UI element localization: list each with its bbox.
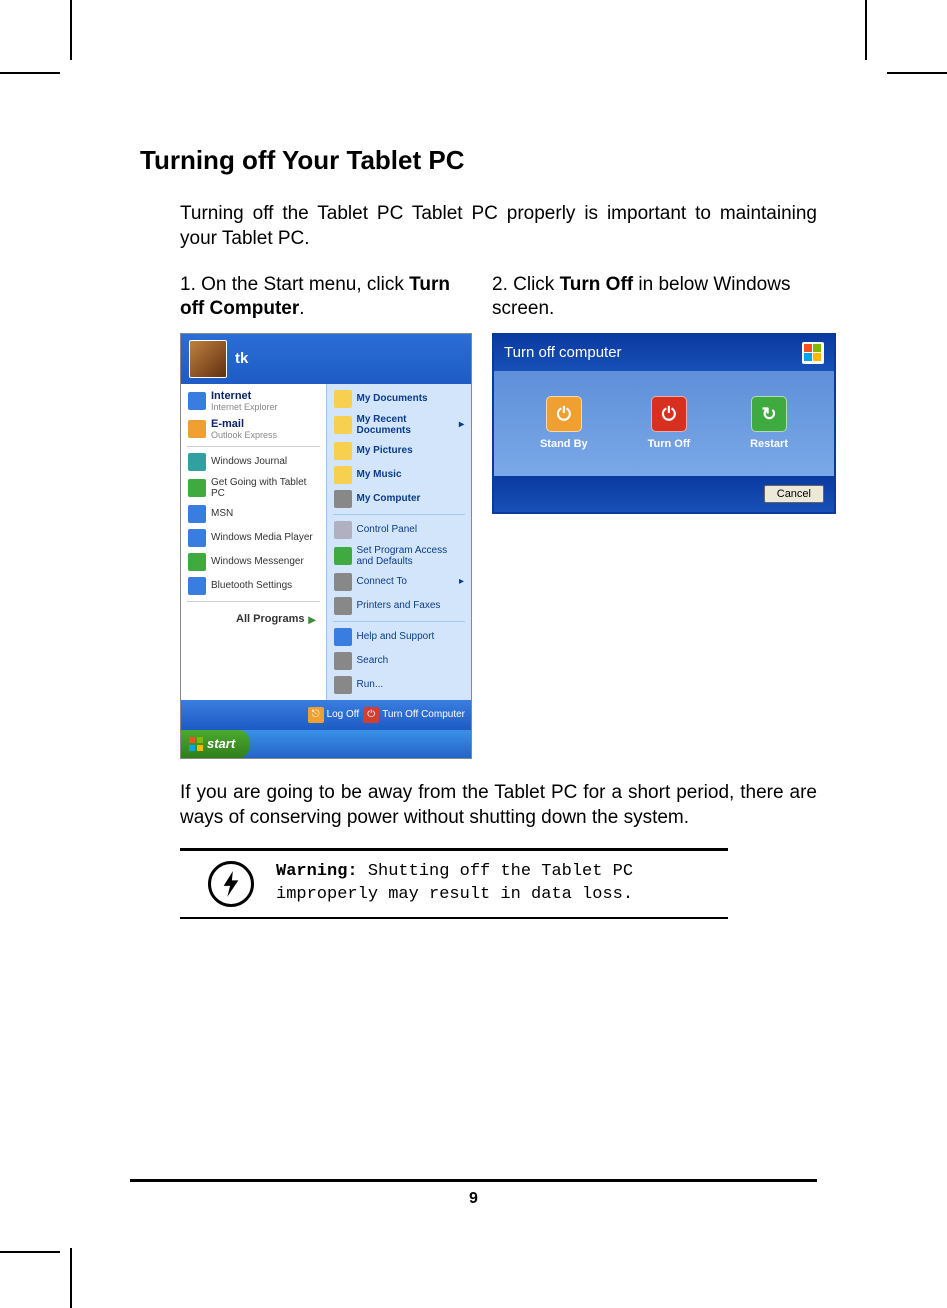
menu-item[interactable]: Control Panel — [327, 518, 472, 542]
intro-paragraph: Turning off the Tablet PC Tablet PC prop… — [180, 202, 817, 251]
menu-item[interactable]: Search — [327, 649, 472, 673]
step-1-text: 1. On the Start menu, click Turn off Com… — [180, 273, 472, 321]
turnoff-computer-button[interactable]: ⏻Turn Off Computer — [363, 707, 465, 723]
restart-option[interactable]: ↻ Restart — [750, 396, 788, 450]
menu-item[interactable]: Connect To▸ — [327, 570, 472, 594]
warning-box: Warning: Shutting off the Tablet PC impr… — [180, 851, 728, 917]
turn-off-dialog: Turn off computer ⏻ Stand By ⏻ Turn Off — [492, 333, 836, 514]
folder-icon — [334, 442, 352, 460]
arrow-icon: ▸ — [459, 576, 464, 587]
folder-icon — [334, 466, 352, 484]
menu-item[interactable]: My Documents — [327, 387, 472, 411]
page-footer: 9 — [130, 1179, 817, 1208]
standby-icon: ⏻ — [546, 396, 582, 432]
menu-item[interactable]: Help and Support — [327, 625, 472, 649]
menu-item[interactable]: Get Going with Tablet PC — [181, 474, 326, 502]
messenger-icon — [188, 553, 206, 571]
menu-item[interactable]: Set Program Access and Defaults — [327, 542, 472, 570]
windows-flag-icon — [802, 342, 824, 364]
tabletpc-icon — [188, 479, 206, 497]
windows-flag-icon — [189, 737, 203, 751]
turnoff-option[interactable]: ⏻ Turn Off — [648, 396, 691, 450]
restart-icon: ↻ — [751, 396, 787, 432]
menu-item[interactable]: My Pictures — [327, 439, 472, 463]
menu-item[interactable]: Run... — [327, 673, 472, 697]
email-icon — [188, 420, 206, 438]
arrow-icon: ▸ — [459, 419, 464, 430]
menu-item-email[interactable]: E-mailOutlook Express — [181, 415, 326, 443]
connect-icon — [334, 573, 352, 591]
arrow-icon: ▸ — [308, 611, 315, 628]
printer-icon — [334, 597, 352, 615]
start-button[interactable]: start — [181, 730, 249, 758]
help-icon — [334, 628, 352, 646]
step-2-text: 2. Click Turn Off in below Windows scree… — [492, 273, 836, 321]
standby-option[interactable]: ⏻ Stand By — [540, 396, 588, 450]
program-access-icon — [334, 547, 352, 565]
avatar — [189, 340, 227, 378]
menu-item[interactable]: Printers and Faxes — [327, 594, 472, 618]
start-menu-userbar: tk — [181, 334, 471, 384]
page-number: 9 — [469, 1190, 478, 1207]
dialog-titlebar: Turn off computer — [494, 335, 834, 371]
control-panel-icon — [334, 521, 352, 539]
menu-item[interactable]: Windows Messenger — [181, 550, 326, 574]
all-programs[interactable]: All Programs▸ — [181, 605, 326, 634]
bluetooth-icon — [188, 577, 206, 595]
logoff-icon: ⎋ — [308, 707, 324, 723]
warning-label: Warning: — [276, 862, 358, 881]
menu-item[interactable]: Bluetooth Settings — [181, 574, 326, 598]
logoff-button[interactable]: ⎋Log Off — [308, 707, 360, 723]
menu-item[interactable]: MSN — [181, 502, 326, 526]
section-heading: Turning off Your Tablet PC — [140, 145, 817, 176]
journal-icon — [188, 453, 206, 471]
turnoff-icon: ⏻ — [651, 396, 687, 432]
after-paragraph: If you are going to be away from the Tab… — [180, 781, 817, 830]
menu-item[interactable]: My Recent Documents▸ — [327, 411, 472, 439]
msn-icon — [188, 505, 206, 523]
folder-icon — [334, 416, 352, 434]
cancel-button[interactable]: Cancel — [764, 485, 824, 503]
computer-icon — [334, 490, 352, 508]
menu-item[interactable]: Windows Media Player — [181, 526, 326, 550]
username: tk — [235, 350, 248, 367]
menu-item[interactable]: My Music — [327, 463, 472, 487]
menu-item[interactable]: My Computer — [327, 487, 472, 511]
folder-icon — [334, 390, 352, 408]
run-icon — [334, 676, 352, 694]
ie-icon — [188, 392, 206, 410]
power-icon: ⏻ — [363, 707, 379, 723]
warning-bolt-icon — [208, 861, 254, 907]
wmp-icon — [188, 529, 206, 547]
start-menu-screenshot: tk InternetInternet Explorer E-mailOutlo… — [180, 333, 472, 759]
menu-item-internet[interactable]: InternetInternet Explorer — [181, 387, 326, 415]
menu-item[interactable]: Windows Journal — [181, 450, 326, 474]
dialog-title: Turn off computer — [504, 344, 622, 361]
search-icon — [334, 652, 352, 670]
